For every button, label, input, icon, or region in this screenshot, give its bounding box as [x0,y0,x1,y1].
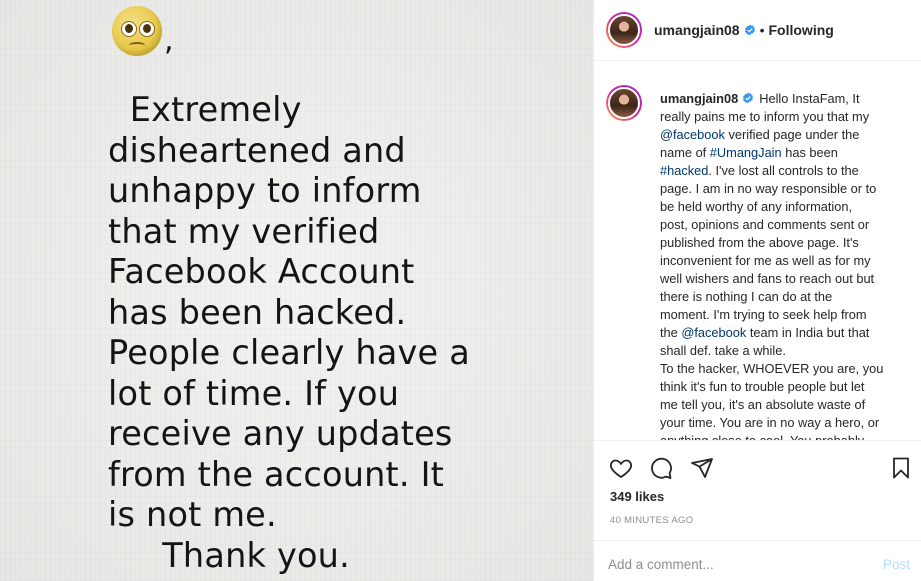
following-button[interactable]: Following [769,22,834,38]
caption-line: the @facebook team in India but that [660,324,908,342]
caption-text-segment: your time. You are in no way a hero, or [660,415,880,430]
image-message-line: receive any updates [108,414,453,453]
caption-line: moment. I'm trying to seek help from [660,306,908,324]
caption-text-segment: moment. I'm trying to seek help from [660,307,867,322]
image-message-line: lot of time. If you [108,373,400,413]
image-message-line: is not me. [108,495,277,534]
comment-icon[interactable] [648,455,674,481]
avatar[interactable] [606,12,642,48]
image-message-line: from the account. It [108,454,445,494]
comment-divider [594,540,921,541]
post-sidebar: umangjain08 • Following umangjain08 Hell… [594,0,921,581]
image-message-line: disheartened and [108,130,406,170]
caption-line: there is nothing I can do at the [660,288,908,306]
caption-line: me tell you, it's an absolute waste of [660,396,908,414]
caption-text-segment: be held worthy of any information, [660,199,853,214]
image-message-line: Thank you. [108,535,350,575]
caption-line: post, opinions and comments sent or [660,216,908,234]
caption-line: To the hacker, WHOEVER you are, you [660,360,908,378]
image-message-line: Facebook Account [108,252,415,291]
heart-icon[interactable] [608,455,634,481]
likes-count[interactable]: 349 likes [610,489,664,504]
caption-line: name of #UmangJain has been [660,144,908,162]
caption-line: umangjain08 Hello InstaFam, It [660,90,908,108]
post-comment-button[interactable]: Post [883,557,910,572]
caption-text-segment: team in India but that [746,325,870,340]
post-header: umangjain08 • Following [594,0,921,61]
caption-text-segment: To the hacker, WHOEVER you are, you [660,361,884,376]
caption-line: well wishers and fans to reach out but [660,270,908,288]
caption-text: umangjain08 Hello InstaFam, It really pa… [660,90,908,440]
caption-line: @facebook verified page under the [660,126,908,144]
caption-text-segment: post, opinions and comments sent or [660,217,870,232]
send-icon[interactable] [689,455,715,481]
caption-text-segment: me tell you, it's an absolute waste of [660,397,866,412]
image-message-line: that my verified [108,211,380,251]
caption-text-segment: well wishers and fans to reach out but [660,271,875,286]
caption-text-segment: really pains me to inform you that my [660,109,870,124]
caption-text-segment: . I've lost all controls to the [708,163,859,178]
caption-text-segment: the [660,325,682,340]
caption-text-segment: there is nothing I can do at the [660,289,833,304]
caption-line: your time. You are in no way a hero, or [660,414,908,432]
caption-text-segment: verified page under the [724,127,860,142]
caption-line: be held worthy of any information, [660,198,908,216]
comment-input[interactable] [608,557,858,572]
caption-line: really pains me to inform you that my [660,108,908,126]
hashtag-link[interactable]: #UmangJain [710,145,782,160]
caption-text-segment: shall def. take a while. [660,343,786,358]
caption-line: #hacked. I've lost all controls to the [660,162,908,180]
caption-avatar[interactable] [606,85,642,121]
actions-divider [594,440,921,441]
hashtag-link[interactable]: #hacked [660,163,708,178]
verified-badge-icon [743,92,754,104]
image-message: Extremely disheartened and unhappy to info… [108,90,588,576]
mention-link[interactable]: @facebook [681,325,746,340]
caption-line: inconvenient for me as well as for my [660,252,908,270]
header-separator: • [759,22,765,38]
caption-line: page. I am in no way responsible or to [660,180,908,198]
caption-line: anything close to cool. You probably [660,432,908,440]
caption-text-segment: name of [660,145,710,160]
pleading-face-icon [112,6,162,56]
post-image[interactable]: , Extremely disheartened and unhappy to in… [0,0,593,581]
caption-text-segment: think it's fun to trouble people but let [660,379,865,394]
image-message-line: People clearly have a [108,333,470,372]
caption-text-segment: Hello InstaFam, It [759,91,860,106]
caption-line: think it's fun to trouble people but let [660,378,908,396]
action-bar [594,447,921,487]
image-message-line: has been hacked. [108,292,407,332]
verified-badge-icon [744,24,755,36]
header-username[interactable]: umangjain08 [654,22,740,38]
mention-link[interactable]: @facebook [660,127,725,142]
caption-text-segment: published from the above page. It's [660,235,859,250]
emoji-comma: , [164,23,174,58]
caption-line: published from the above page. It's [660,234,908,252]
caption-username[interactable]: umangjain08 [660,91,738,106]
caption-line: shall def. take a while. [660,342,908,360]
emoji-row: , [112,6,174,56]
bookmark-icon[interactable] [888,455,914,481]
caption-text-segment: has been [781,145,838,160]
caption-text-segment: page. I am in no way responsible or to [660,181,877,196]
post-timestamp[interactable]: 40 MINUTES AGO [610,515,693,526]
image-message-line: Extremely [108,90,302,129]
caption-text-segment: inconvenient for me as well as for my [660,253,871,268]
caption: umangjain08 Hello InstaFam, It really pa… [594,75,921,440]
caption-text-segment: anything close to cool. You probably [660,433,864,440]
image-message-line: unhappy to inform [108,171,422,210]
